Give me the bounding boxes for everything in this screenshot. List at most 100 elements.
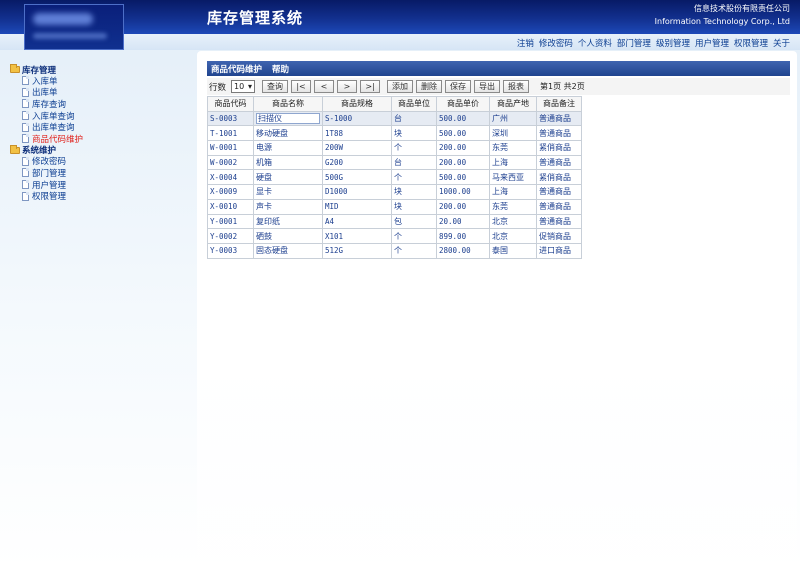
table-cell[interactable]: 200.00 <box>436 140 490 156</box>
table-cell[interactable]: 500.00 <box>436 169 490 186</box>
table-cell[interactable]: 硬盘 <box>253 169 323 186</box>
query-button[interactable]: 查询 <box>262 80 289 93</box>
add-button[interactable]: 添加 <box>387 80 414 93</box>
sidebar-item-users[interactable]: 用户管理 <box>10 179 190 191</box>
table-cell[interactable]: 包 <box>391 213 437 230</box>
delete-button[interactable]: 删除 <box>416 80 443 93</box>
table-row[interactable]: Y-0001 复印纸 A4 包 20.00 北京 普通商品 <box>207 213 582 230</box>
table-row[interactable]: X-0004 硬盘 500G 个 500.00 马来西亚 紧俏商品 <box>207 169 582 186</box>
table-cell[interactable]: T-1001 <box>207 125 254 142</box>
table-row[interactable]: X-0010 声卡 MID 块 200.00 东莞 普通商品 <box>207 198 582 215</box>
table-cell[interactable]: 200.00 <box>436 198 490 215</box>
table-cell[interactable]: 电源 <box>253 140 323 156</box>
nav-logout[interactable]: 注销 <box>517 37 534 49</box>
nav-profile[interactable]: 个人资料 <box>578 37 612 49</box>
table-cell[interactable]: 移动硬盘 <box>253 125 323 142</box>
table-row[interactable]: Y-0003 固态硬盘 512G 个 2800.00 泰国 进口商品 <box>207 242 582 259</box>
table-cell[interactable]: 马来西亚 <box>489 169 537 186</box>
sidebar-item-stock-query[interactable]: 库存查询 <box>10 98 190 110</box>
table-cell[interactable]: 声卡 <box>253 198 323 215</box>
column-header[interactable]: 商品单价 <box>436 96 490 112</box>
sidebar-item-permissions[interactable]: 权限管理 <box>10 190 190 202</box>
table-cell[interactable]: 1000.00 <box>436 184 490 200</box>
sidebar-item-product-code[interactable]: 商品代码维护 <box>10 133 190 145</box>
export-button[interactable]: 导出 <box>474 80 501 93</box>
table-row[interactable]: S-0003 扫描仪 S-1000 台 500.00 广州 普通商品 <box>207 110 582 127</box>
save-button[interactable]: 保存 <box>445 80 472 93</box>
table-cell[interactable]: 普通商品 <box>536 213 582 230</box>
tree-group-inventory[interactable]: 库存管理 <box>10 64 190 76</box>
next-page-button[interactable]: > <box>337 80 358 93</box>
table-cell[interactable]: G200 <box>322 154 392 171</box>
table-cell[interactable]: 1T88 <box>322 125 392 142</box>
table-cell[interactable]: 个 <box>391 169 437 186</box>
table-cell[interactable]: 500.00 <box>436 110 490 127</box>
table-cell[interactable]: 复印纸 <box>253 213 323 230</box>
column-header[interactable]: 商品备注 <box>536 96 582 112</box>
cell-editor-input[interactable]: 扫描仪 <box>256 113 320 125</box>
table-row[interactable]: Y-0002 硒鼓 X101 个 899.00 北京 促销商品 <box>207 228 582 244</box>
sidebar-item-inbound[interactable]: 入库单 <box>10 75 190 87</box>
table-cell[interactable]: 块 <box>391 198 437 215</box>
nav-department[interactable]: 部门管理 <box>617 37 651 49</box>
table-cell[interactable]: X-0010 <box>207 198 254 215</box>
table-cell[interactable]: 块 <box>391 125 437 142</box>
nav-level[interactable]: 级别管理 <box>656 37 690 49</box>
table-cell[interactable]: 机箱 <box>253 154 323 171</box>
first-page-button[interactable]: |< <box>291 80 312 93</box>
table-cell[interactable]: 广州 <box>489 110 537 127</box>
table-cell[interactable]: 扫描仪 <box>253 110 323 127</box>
table-cell[interactable]: 深圳 <box>489 125 537 142</box>
table-cell[interactable]: 北京 <box>489 213 537 230</box>
prev-page-button[interactable]: < <box>314 80 335 93</box>
nav-users[interactable]: 用户管理 <box>695 37 729 49</box>
table-cell[interactable]: 东莞 <box>489 198 537 215</box>
table-cell[interactable]: D1000 <box>322 184 392 200</box>
sidebar-item-department[interactable]: 部门管理 <box>10 167 190 179</box>
table-cell[interactable]: 个 <box>391 228 437 244</box>
last-page-button[interactable]: >| <box>360 80 381 93</box>
table-cell[interactable]: 上海 <box>489 184 537 200</box>
tab-help[interactable]: 帮助 <box>272 63 289 75</box>
table-cell[interactable]: W-0002 <box>207 154 254 171</box>
table-cell[interactable]: 台 <box>391 110 437 127</box>
table-cell[interactable]: 显卡 <box>253 184 323 200</box>
column-header[interactable]: 商品产地 <box>489 96 537 112</box>
table-cell[interactable]: 泰国 <box>489 242 537 259</box>
table-row[interactable]: X-0009 显卡 D1000 块 1000.00 上海 普通商品 <box>207 184 582 200</box>
table-cell[interactable]: 北京 <box>489 228 537 244</box>
table-cell[interactable]: 固态硬盘 <box>253 242 323 259</box>
sidebar-item-inbound-query[interactable]: 入库单查询 <box>10 110 190 122</box>
table-cell[interactable]: 台 <box>391 154 437 171</box>
table-cell[interactable]: Y-0003 <box>207 242 254 259</box>
nav-change-password[interactable]: 修改密码 <box>539 37 573 49</box>
table-cell[interactable]: 促销商品 <box>536 228 582 244</box>
table-cell[interactable]: Y-0002 <box>207 228 254 244</box>
column-header[interactable]: 商品名称 <box>253 96 323 112</box>
table-cell[interactable]: 紧俏商品 <box>536 169 582 186</box>
column-header[interactable]: 商品代码 <box>207 96 254 112</box>
nav-permissions[interactable]: 权限管理 <box>734 37 768 49</box>
table-cell[interactable]: 500.00 <box>436 125 490 142</box>
table-cell[interactable]: 块 <box>391 184 437 200</box>
table-cell[interactable]: 20.00 <box>436 213 490 230</box>
sidebar-item-outbound[interactable]: 出库单 <box>10 87 190 98</box>
rows-select[interactable]: 10 ▾ <box>231 80 256 93</box>
nav-about[interactable]: 关于 <box>773 37 790 49</box>
column-header[interactable]: 商品规格 <box>322 96 392 112</box>
table-cell[interactable]: MID <box>322 198 392 215</box>
table-cell[interactable]: 899.00 <box>436 228 490 244</box>
table-cell[interactable]: 东莞 <box>489 140 537 156</box>
table-row[interactable]: W-0002 机箱 G200 台 200.00 上海 普通商品 <box>207 154 582 171</box>
table-cell[interactable]: 500G <box>322 169 392 186</box>
table-cell[interactable]: 200W <box>322 140 392 156</box>
table-row[interactable]: W-0001 电源 200W 个 200.00 东莞 紧俏商品 <box>207 140 582 156</box>
table-cell[interactable]: X-0009 <box>207 184 254 200</box>
tree-group-system[interactable]: 系统维护 <box>10 144 190 156</box>
table-cell[interactable]: 普通商品 <box>536 184 582 200</box>
table-cell[interactable]: 512G <box>322 242 392 259</box>
sidebar-item-change-password[interactable]: 修改密码 <box>10 156 190 167</box>
table-cell[interactable]: 普通商品 <box>536 125 582 142</box>
table-cell[interactable]: S-0003 <box>207 110 254 127</box>
table-cell[interactable]: 进口商品 <box>536 242 582 259</box>
